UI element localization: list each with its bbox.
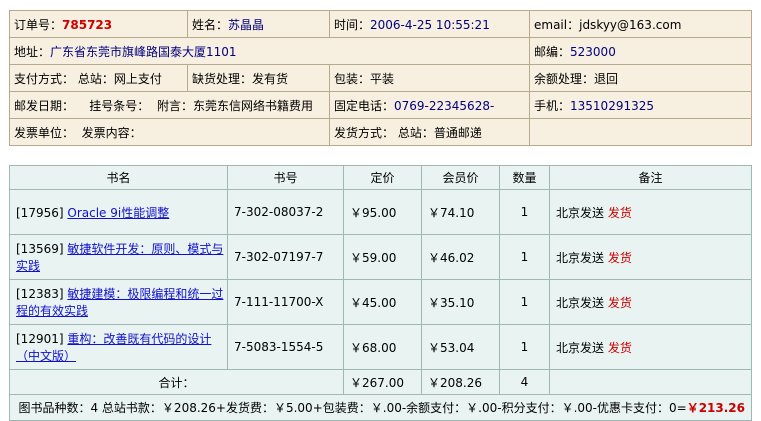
- book-remark: 北京发送: [556, 250, 605, 265]
- address-cell: 地址：广东省东莞市旗峰路国泰大厦1101: [9, 37, 530, 65]
- summary-row: 图书品种数：4 总站书款：￥208.26+发货费：￥5.00+包装费：￥.00-…: [9, 394, 752, 421]
- book-quantity: 1: [499, 279, 550, 325]
- book-title-cell: [17956] Oracle 9i性能调整: [9, 189, 228, 235]
- packing-type: 包装：平装: [329, 64, 530, 92]
- book-row: [12383] 敏捷建模：极限编程和统一过程的有效实践 7-111-11700-…: [9, 279, 752, 325]
- book-status: 发货: [607, 250, 632, 265]
- book-row: [12901] 重构：改善既有代码的设计（中文版） 7-5083-1554-5 …: [9, 324, 752, 370]
- book-id: [12383]: [16, 287, 64, 301]
- order-row-5: 发票单位： 发票内容： 发货方式： 总站：普通邮递: [9, 118, 752, 146]
- postcode-cell: 邮编：523000: [529, 37, 752, 65]
- order-row-3: 支付方式： 总站：网上支付 缺货处理：发有货 包装：平装 余额处理：退回: [9, 64, 752, 92]
- header-remark: 备注: [549, 165, 752, 190]
- order-number-cell: 订单号：785723: [9, 10, 188, 38]
- book-status: 发货: [607, 340, 632, 355]
- order-time-cell: 时间：2006-4-25 10:55:21: [329, 10, 530, 38]
- total-member-price: ￥208.26: [421, 369, 500, 395]
- order-number: 785723: [62, 17, 113, 32]
- invoice-content: 发票内容：: [81, 125, 142, 140]
- book-isbn: 7-302-08037-2: [227, 189, 344, 235]
- header-title: 书名: [9, 165, 228, 190]
- order-row-4: 邮发日期： 挂号条号： 附言：东莞东信网络书籍费用 固定电话：0769-2234…: [9, 91, 752, 119]
- book-row: [13569] 敏捷软件开发：原则、模式与实践 7-302-07197-7 ￥5…: [9, 234, 752, 280]
- header-member-price: 会员价: [421, 165, 500, 190]
- book-title-cell: [12901] 重构：改善既有代码的设计（中文版）: [9, 324, 228, 370]
- book-isbn: 7-111-11700-X: [227, 279, 344, 325]
- book-price: ￥45.00: [343, 279, 422, 325]
- order-info-table: 订单号：785723 姓名：苏晶晶 时间：2006-4-25 10:55:21 …: [9, 10, 752, 146]
- header-isbn: 书号: [227, 165, 344, 190]
- book-list-table: 书名 书号 定价 会员价 数量 备注 [17956] Oracle 9i性能调整…: [9, 165, 752, 421]
- book-remark: 北京发送: [556, 340, 605, 355]
- order-page: 订单号：785723 姓名：苏晶晶 时间：2006-4-25 10:55:21 …: [0, 0, 761, 421]
- mobile-cell: 手机：13510291325: [529, 91, 752, 119]
- book-header-row: 书名 书号 定价 会员价 数量 备注: [9, 165, 752, 190]
- header-price: 定价: [343, 165, 422, 190]
- book-quantity: 1: [499, 234, 550, 280]
- email-value: jdskyy@163.com: [579, 17, 682, 32]
- book-member-price: ￥46.02: [421, 234, 500, 280]
- book-price: ￥95.00: [343, 189, 422, 235]
- payment-summary: 图书品种数：4 总站书款：￥208.26+发货费：￥5.00+包装费：￥.00-…: [9, 394, 752, 421]
- book-id: [13569]: [16, 242, 64, 256]
- order-time: 2006-4-25 10:55:21: [370, 17, 490, 32]
- total-empty-cell: [549, 369, 752, 395]
- book-remark-cell: 北京发送 发货: [549, 189, 752, 235]
- post-date-label: 邮发日期：: [14, 98, 75, 113]
- book-price: ￥68.00: [343, 324, 422, 370]
- phone-value: 0769-22345628-: [394, 98, 495, 113]
- book-member-price: ￥35.10: [421, 279, 500, 325]
- total-price: ￥267.00: [343, 369, 422, 395]
- book-remark: 北京发送: [556, 295, 605, 310]
- shortage-handling: 缺货处理：发有货: [187, 64, 330, 92]
- book-quantity: 1: [499, 324, 550, 370]
- phone-cell: 固定电话：0769-22345628-: [329, 91, 530, 119]
- book-id: [12901]: [16, 332, 64, 346]
- book-status: 发货: [607, 295, 632, 310]
- invoice-unit: 发票单位：: [14, 125, 75, 140]
- payment-method: 支付方式： 总站：网上支付: [9, 64, 188, 92]
- book-id: [17956]: [16, 205, 64, 220]
- book-title-cell: [12383] 敏捷建模：极限编程和统一过程的有效实践: [9, 279, 228, 325]
- order-row-1: 订单号：785723 姓名：苏晶晶 时间：2006-4-25 10:55:21 …: [9, 10, 752, 38]
- book-member-price: ￥74.10: [421, 189, 500, 235]
- book-price: ￥59.00: [343, 234, 422, 280]
- registered-label: 挂号条号：: [89, 98, 150, 113]
- order-note: 附言：东莞东信网络书籍费用: [156, 98, 313, 113]
- total-quantity: 4: [499, 369, 550, 395]
- empty-cell: [529, 118, 752, 146]
- post-info-cell: 邮发日期： 挂号条号： 附言：东莞东信网络书籍费用: [9, 91, 330, 119]
- book-remark-cell: 北京发送 发货: [549, 279, 752, 325]
- book-isbn: 7-302-07197-7: [227, 234, 344, 280]
- header-quantity: 数量: [499, 165, 550, 190]
- book-remark-cell: 北京发送 发货: [549, 234, 752, 280]
- total-label: 合计：: [9, 369, 344, 395]
- book-isbn: 7-5083-1554-5: [227, 324, 344, 370]
- book-status: 发货: [607, 205, 632, 220]
- shipping-method: 发货方式： 总站：普通邮递: [329, 118, 530, 146]
- book-row: [17956] Oracle 9i性能调整 7-302-08037-2 ￥95.…: [9, 189, 752, 235]
- book-title-link[interactable]: Oracle 9i性能调整: [67, 206, 169, 220]
- postcode-value: 523000: [570, 44, 616, 59]
- book-remark: 北京发送: [556, 205, 605, 220]
- email-cell: email：jdskyy@163.com: [529, 10, 752, 38]
- invoice-cell: 发票单位： 发票内容：: [9, 118, 330, 146]
- balance-handling: 余额处理：退回: [529, 64, 752, 92]
- mobile-value: 13510291325: [570, 98, 654, 113]
- address-value: 广东省东莞市旗峰路国泰大厦1101: [50, 44, 237, 59]
- total-row: 合计： ￥267.00 ￥208.26 4: [9, 369, 752, 395]
- book-title-cell: [13569] 敏捷软件开发：原则、模式与实践: [9, 234, 228, 280]
- customer-name-cell: 姓名：苏晶晶: [187, 10, 330, 38]
- book-member-price: ￥53.04: [421, 324, 500, 370]
- customer-name: 苏晶晶: [228, 17, 265, 32]
- book-remark-cell: 北京发送 发货: [549, 324, 752, 370]
- book-quantity: 1: [499, 189, 550, 235]
- order-row-2: 地址：广东省东莞市旗峰路国泰大厦1101 邮编：523000: [9, 37, 752, 65]
